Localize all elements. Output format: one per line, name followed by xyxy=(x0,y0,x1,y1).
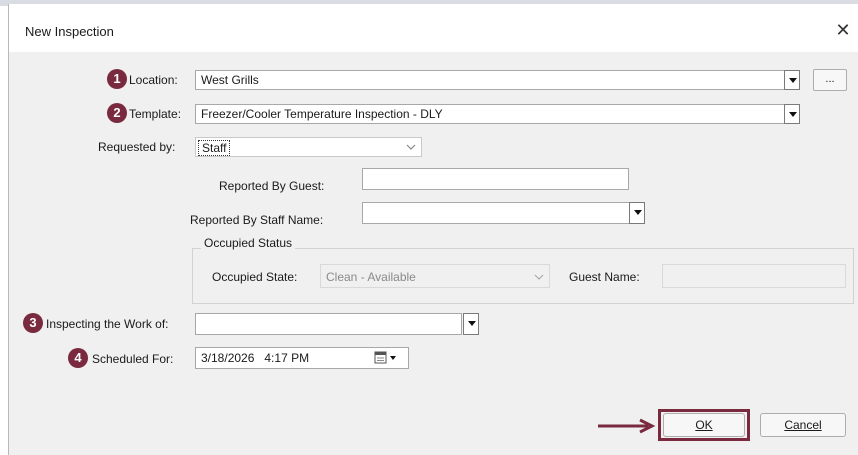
cancel-button[interactable]: Cancel xyxy=(760,413,846,437)
requested-by-value: Staff xyxy=(198,140,231,156)
template-dropdown-arrow-icon[interactable] xyxy=(784,104,800,124)
step-badge-1: 1 xyxy=(107,69,127,89)
location-label: Location: xyxy=(129,73,178,87)
cancel-button-label: Cancel xyxy=(784,418,822,432)
scheduled-value: 3/18/2026 4:17 PM xyxy=(201,351,310,365)
location-input[interactable]: West Grills xyxy=(195,70,785,90)
calendar-icon[interactable] xyxy=(374,351,402,365)
guest-name-label: Guest Name: xyxy=(569,270,640,284)
occupied-state-label: Occupied State: xyxy=(212,270,298,284)
inspecting-dropdown-arrow-icon[interactable] xyxy=(463,313,479,335)
reported-by-guest-label: Reported By Guest: xyxy=(219,179,325,193)
inspecting-input[interactable] xyxy=(195,313,462,335)
reported-by-staff-input[interactable] xyxy=(362,202,630,224)
step-badge-4: 4 xyxy=(68,348,88,368)
title-bar: New Inspection ✕ xyxy=(9,4,858,52)
template-label: Template: xyxy=(129,107,182,121)
new-inspection-dialog: New Inspection ✕ 1 Location: West Grills… xyxy=(8,4,858,455)
chevron-down-icon xyxy=(534,274,544,280)
ok-button[interactable]: OK xyxy=(663,413,745,437)
guest-name-input[interactable] xyxy=(662,264,846,288)
occupied-state-select[interactable]: Clean - Available xyxy=(320,264,550,288)
reported-by-guest-input[interactable] xyxy=(362,168,629,190)
scheduled-label: Scheduled For: xyxy=(92,352,174,366)
occupied-state-value: Clean - Available xyxy=(326,270,416,284)
inspecting-label: Inspecting the Work of: xyxy=(46,317,169,331)
location-browse-button[interactable]: ... xyxy=(813,69,847,91)
chevron-down-icon xyxy=(406,144,416,150)
ok-button-label: OK xyxy=(695,418,713,432)
step-badge-3: 3 xyxy=(23,313,43,333)
dialog-title: New Inspection xyxy=(25,24,114,39)
step-badge-2: 2 xyxy=(107,103,127,123)
occupied-status-title: Occupied Status xyxy=(201,236,296,250)
arrow-right-icon xyxy=(598,418,656,434)
location-dropdown-arrow-icon[interactable] xyxy=(784,70,800,90)
template-input[interactable]: Freezer/Cooler Temperature Inspection - … xyxy=(195,104,785,124)
requested-by-select[interactable]: Staff xyxy=(195,137,422,157)
close-icon[interactable]: ✕ xyxy=(831,18,855,42)
reported-by-staff-label: Reported By Staff Name: xyxy=(190,213,324,227)
requested-by-label: Requested by: xyxy=(98,140,176,154)
reported-by-staff-dropdown-arrow-icon[interactable] xyxy=(629,202,645,224)
